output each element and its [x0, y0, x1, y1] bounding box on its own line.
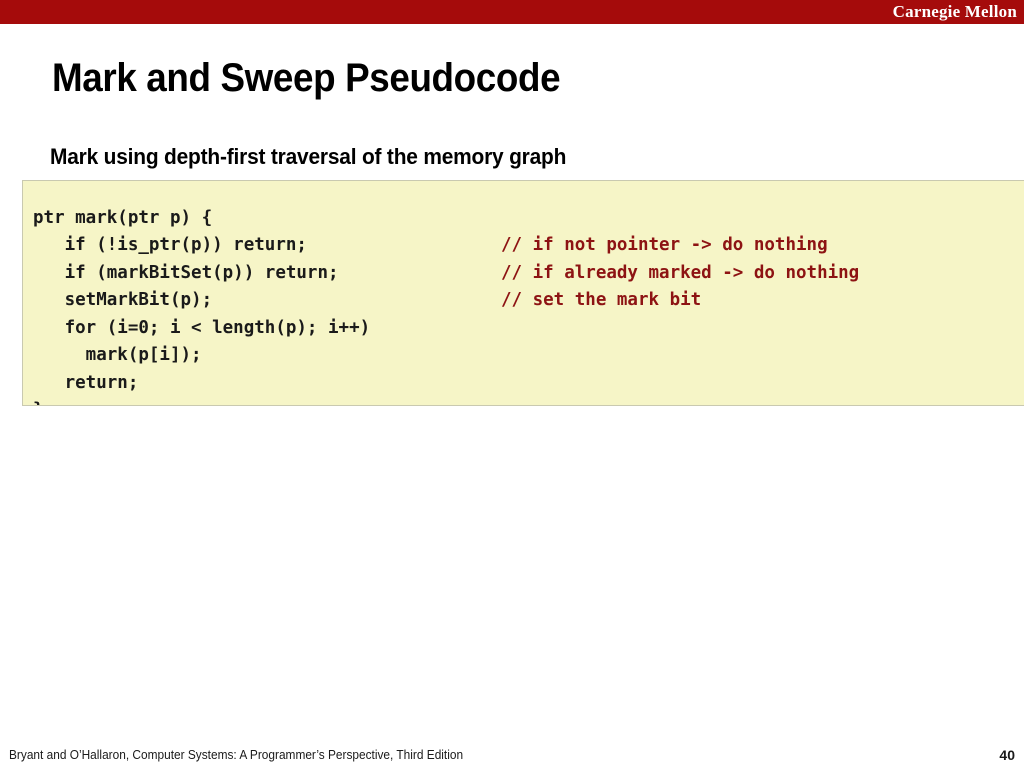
- code-comment-line: [501, 370, 1024, 398]
- page-title: Mark and Sweep Pseudocode: [52, 56, 561, 100]
- brand-bar: Carnegie Mellon: [0, 0, 1024, 24]
- footer-citation: Bryant and O’Hallaron, Computer Systems:…: [9, 748, 464, 762]
- code-comment-line: // if already marked -> do nothing: [501, 262, 860, 283]
- code-comment-line: // if not pointer -> do nothing: [501, 235, 828, 255]
- code-comment-line: // set the mark bit: [501, 290, 702, 310]
- code-comment-line: [501, 342, 1024, 370]
- code-comment-line: [501, 315, 1024, 343]
- code-comments: // if not pointer -> do nothing // if alr…: [23, 199, 1024, 406]
- institution-name: Carnegie Mellon: [892, 2, 1017, 21]
- page-number: 40: [999, 747, 1015, 763]
- code-comment-line: [501, 397, 1024, 405]
- code-block: ptr mark(ptr p) { if (!is_ptr(p)) return…: [22, 180, 1024, 406]
- code-comment-line: [501, 205, 1024, 233]
- slide-subtitle: Mark using depth-first traversal of the …: [50, 144, 567, 169]
